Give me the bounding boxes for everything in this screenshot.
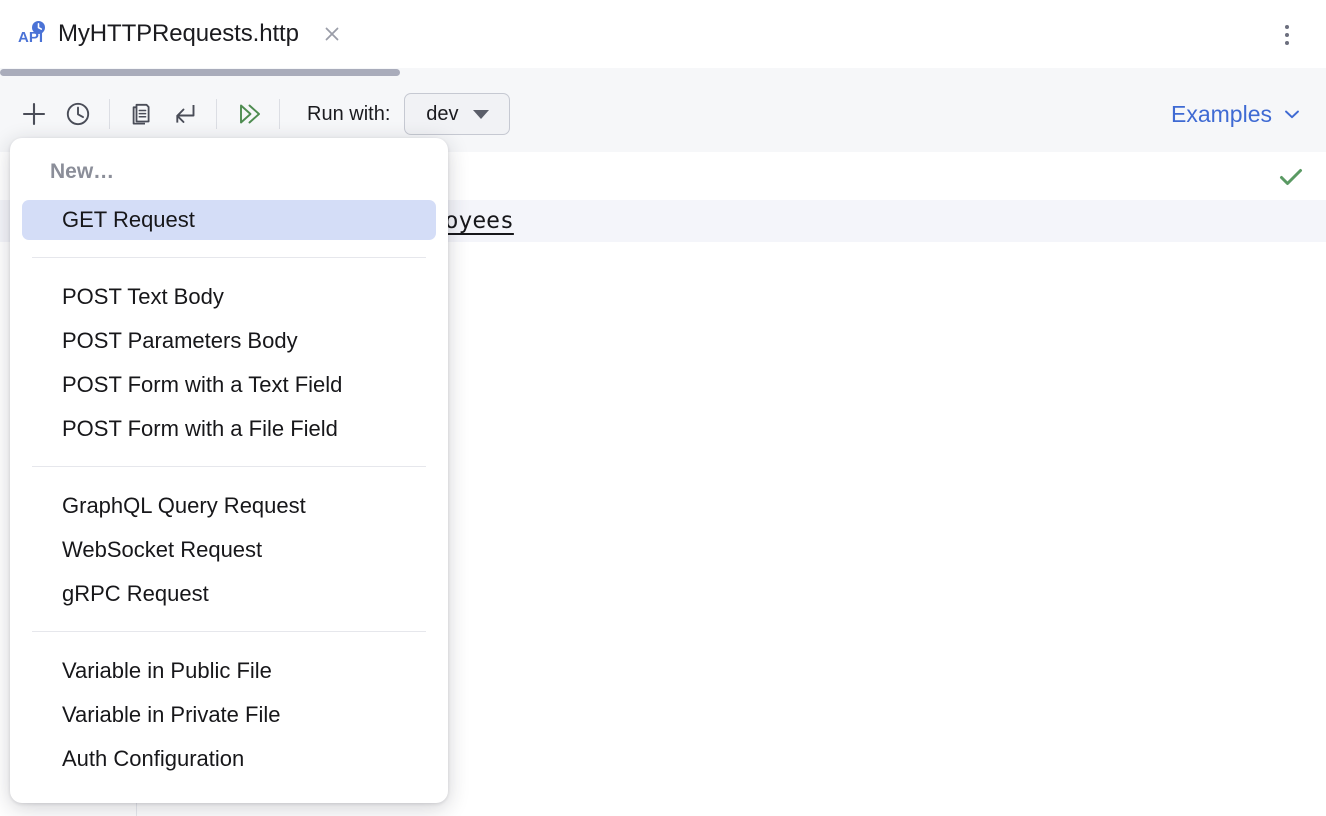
menu-group: GraphQL Query Request WebSocket Request …: [10, 480, 448, 620]
menu-item-grpc-request[interactable]: gRPC Request: [22, 574, 436, 614]
environment-select[interactable]: dev: [404, 93, 510, 135]
kebab-dot: [1285, 33, 1289, 37]
kebab-dot: [1285, 41, 1289, 45]
close-icon[interactable]: [319, 21, 345, 47]
kebab-dot: [1285, 25, 1289, 29]
tab-bar: API MyHTTPRequests.http: [0, 0, 1326, 68]
toolbar-separator: [216, 99, 217, 129]
menu-item-post-parameters-body[interactable]: POST Parameters Body: [22, 321, 436, 361]
examples-dropdown[interactable]: Examples: [1171, 101, 1302, 128]
chevron-down-icon: [1282, 104, 1302, 124]
copy-documents-icon: [127, 100, 155, 128]
menu-item-graphql-query-request[interactable]: GraphQL Query Request: [22, 486, 436, 526]
menu-item-variable-private-file[interactable]: Variable in Private File: [22, 695, 436, 735]
examples-label: Examples: [1171, 101, 1272, 128]
menu-item-post-form-text-field[interactable]: POST Form with a Text Field: [22, 365, 436, 405]
environment-value: dev: [426, 103, 458, 126]
menu-separator: [32, 631, 426, 632]
menu-item-websocket-request[interactable]: WebSocket Request: [22, 530, 436, 570]
toolbar-separator: [109, 99, 110, 129]
tab-title: MyHTTPRequests.http: [58, 20, 299, 48]
run-all-button[interactable]: [226, 92, 270, 136]
api-clock-icon: API: [18, 20, 46, 48]
menu-item-auth-configuration[interactable]: Auth Configuration: [22, 739, 436, 779]
add-request-button[interactable]: [12, 92, 56, 136]
menu-separator: [32, 257, 426, 258]
menu-item-variable-public-file[interactable]: Variable in Public File: [22, 651, 436, 691]
editor-tab[interactable]: API MyHTTPRequests.http: [0, 0, 345, 68]
menu-separator: [32, 466, 426, 467]
tab-scrollbar-thumb[interactable]: [0, 69, 400, 76]
menu-group: GET Request: [10, 194, 448, 246]
arrow-down-left-icon: [171, 100, 199, 128]
plus-icon: [20, 100, 48, 128]
more-options-icon[interactable]: [1276, 22, 1298, 48]
new-request-menu: New… GET Request POST Text Body POST Par…: [10, 138, 448, 803]
menu-header: New…: [10, 152, 448, 194]
menu-item-post-text-body[interactable]: POST Text Body: [22, 277, 436, 317]
menu-group: POST Text Body POST Parameters Body POST…: [10, 271, 448, 455]
clock-icon: [64, 100, 92, 128]
green-check-icon: [1276, 162, 1306, 192]
run-with-label: Run with:: [307, 103, 390, 126]
chevron-down-icon: [473, 110, 489, 119]
history-button[interactable]: [56, 92, 100, 136]
menu-group: Variable in Public File Variable in Priv…: [10, 645, 448, 785]
menu-item-get-request[interactable]: GET Request: [22, 200, 436, 240]
menu-item-post-form-file-field[interactable]: POST Form with a File Field: [22, 409, 436, 449]
copy-button[interactable]: [119, 92, 163, 136]
toolbar-separator: [279, 99, 280, 129]
import-button[interactable]: [163, 92, 207, 136]
double-chevron-right-icon: [233, 99, 263, 129]
